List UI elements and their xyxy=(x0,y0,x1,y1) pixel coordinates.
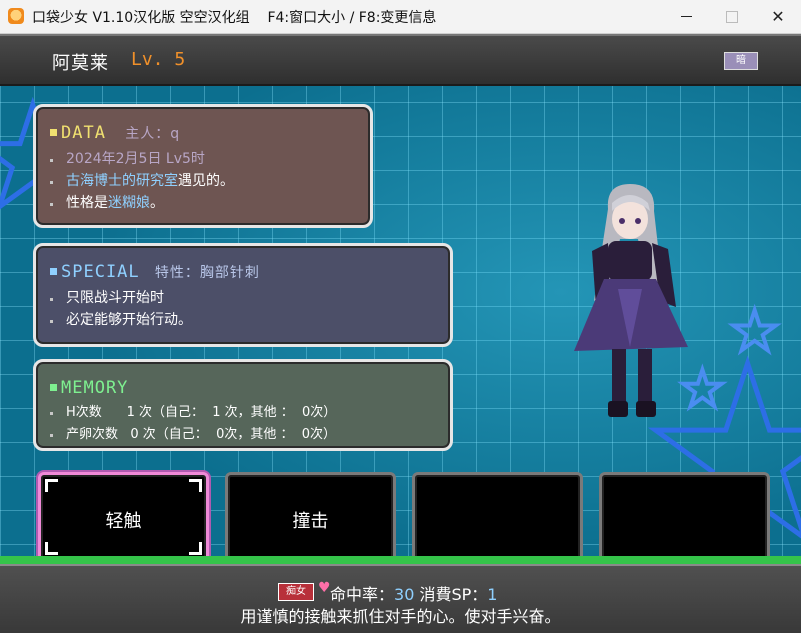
hit-rate-value: 30 xyxy=(394,585,415,604)
personality-trait: 迷糊娘 xyxy=(108,195,150,211)
data-panel-heading: DATA 主人：q xyxy=(50,123,180,143)
heart-icon: ♥ xyxy=(318,580,331,596)
game-screen: ★ ★ ★ ★ 阿莫莱 Lv. 5 暗 DATA 主人：q 2024年2月5日 … xyxy=(0,34,801,633)
skill-type-badge: 痴女 xyxy=(278,583,314,601)
data-panel: DATA 主人：q 2024年2月5日 Lv5时 古海博士的研究室遇见的。 性格… xyxy=(33,104,373,228)
special-line-1: 只限战斗开始时 xyxy=(66,290,164,306)
bullet-dot-icon xyxy=(50,320,53,323)
window-title: 口袋少女 V1.10汉化版 空空汉化组 F4:窗口大小 / F8:变更信息 xyxy=(32,10,437,26)
skill-label: 轻触 xyxy=(105,511,142,532)
status-header: 阿莫莱 Lv. 5 暗 xyxy=(0,34,801,86)
bullet-dot-icon xyxy=(50,434,53,437)
special-title: SPECIAL xyxy=(61,262,140,282)
bullet-dot-icon xyxy=(50,412,53,415)
skill-button-1[interactable]: 轻触 xyxy=(38,472,209,562)
skill-button-3[interactable] xyxy=(412,472,583,562)
bullet-dot-icon xyxy=(50,298,53,301)
memory-panel-heading: MEMORY xyxy=(50,378,128,398)
sp-cost-value: 1 xyxy=(487,585,498,604)
close-icon: ✕ xyxy=(771,7,785,26)
corner-bracket-icon xyxy=(189,479,202,492)
corner-bracket-icon xyxy=(45,542,58,555)
square-bullet-icon xyxy=(50,268,57,275)
bullet-dot-icon xyxy=(50,203,53,206)
character-name: 阿莫莱 xyxy=(52,53,109,74)
skill-button-4[interactable] xyxy=(599,472,770,562)
bullet-dot-icon xyxy=(50,181,53,184)
dark-toggle-button[interactable]: 暗 xyxy=(724,52,758,70)
character-sprite xyxy=(574,184,688,417)
square-bullet-icon xyxy=(50,384,57,391)
maximize-button[interactable] xyxy=(709,0,755,33)
meet-place: 古海博士的研究室 xyxy=(66,173,178,189)
data-title: DATA xyxy=(61,123,106,143)
egg-count-row: 产卵次数 0 次（自己： 0次，其他 ： 0次） xyxy=(66,427,337,442)
character-level: Lv. 5 xyxy=(131,49,186,70)
special-panel-heading: SPECIAL 特性：胸部针刺 xyxy=(50,262,260,282)
maximize-icon xyxy=(726,10,738,23)
hit-rate-label: 命中率： xyxy=(330,585,395,604)
personality-line: 性格是迷糊娘。 xyxy=(66,192,164,212)
corner-bracket-icon xyxy=(189,542,202,555)
skill-info-footer: 痴女 ♥ 命中率：30 消費SP：1 用谨慎的接触来抓住对手的心。使对手兴奋。 xyxy=(0,564,801,633)
skill-stats: 命中率：30 消費SP：1 xyxy=(330,581,497,605)
skill-button-2[interactable]: 撞击 xyxy=(225,472,396,562)
special-trait: 特性：胸部针刺 xyxy=(154,265,260,281)
meet-date-text: 2024年2月5日 Lv5时 xyxy=(66,151,205,167)
corner-bracket-icon xyxy=(45,479,58,492)
h-count-row: H次数 1 次（自己： 1 次，其他 ： 0次） xyxy=(66,405,337,420)
app-icon xyxy=(8,8,24,24)
meet-place-suffix: 遇见的。 xyxy=(178,173,234,189)
title-bar: 口袋少女 V1.10汉化版 空空汉化组 F4:窗口大小 / F8:变更信息 ✕ xyxy=(0,0,801,34)
memory-panel: MEMORY H次数 1 次（自己： 1 次，其他 ： 0次） 产卵次数 0 次… xyxy=(33,359,453,451)
sp-cost-label: 消費SP： xyxy=(414,585,488,604)
owner-text: 主人：q xyxy=(125,126,181,142)
bullet-dot-icon xyxy=(50,159,53,162)
special-line-2: 必定能够开始行动。 xyxy=(66,312,192,328)
star-decoration-icon: ★ xyxy=(728,299,781,363)
minimize-button[interactable] xyxy=(663,0,709,33)
special-panel: SPECIAL 特性：胸部针刺 只限战斗开始时 必定能够开始行动。 xyxy=(33,243,453,347)
personality-prefix: 性格是 xyxy=(66,195,108,211)
close-button[interactable]: ✕ xyxy=(755,0,801,33)
square-bullet-icon xyxy=(50,129,57,136)
meet-place-line: 古海博士的研究室遇见的。 xyxy=(66,170,234,190)
skill-description: 用谨慎的接触来抓住对手的心。使对手兴奋。 xyxy=(240,607,561,626)
minimize-icon xyxy=(680,16,692,17)
personality-suffix: 。 xyxy=(150,195,164,211)
memory-title: MEMORY xyxy=(61,378,129,398)
skill-label: 撞击 xyxy=(292,511,329,532)
